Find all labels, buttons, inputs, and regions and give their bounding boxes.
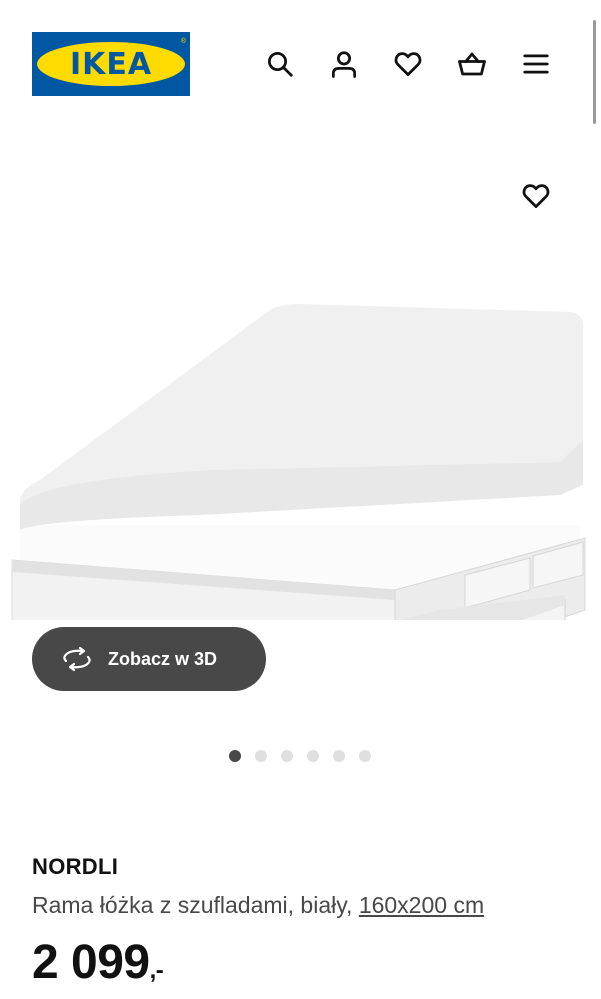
account-icon[interactable]: [324, 44, 364, 84]
favourites-icon[interactable]: [388, 44, 428, 84]
view-3d-label: Zobacz w 3D: [108, 648, 218, 669]
logo-text: IKEA: [69, 46, 153, 82]
product-gallery[interactable]: Zobacz w 3D: [0, 130, 601, 762]
carousel-dot-4[interactable]: [307, 750, 319, 762]
carousel-dot-1[interactable]: [229, 750, 241, 762]
product-description: Rama łóżka z szufladami, biały, 160x200 …: [32, 892, 484, 919]
product-name: NORDLI: [32, 854, 119, 879]
product-description-text: Rama łóżka z szufladami, biały,: [32, 892, 359, 918]
product-size-link[interactable]: 160x200 cm: [359, 892, 484, 918]
basket-icon[interactable]: [452, 44, 492, 84]
price-value: 2 099: [32, 936, 150, 989]
carousel-dot-3[interactable]: [281, 750, 293, 762]
add-to-favourites-icon[interactable]: [516, 176, 556, 216]
menu-icon[interactable]: [516, 44, 556, 84]
carousel-dot-6[interactable]: [359, 750, 371, 762]
price-suffix: ,-: [149, 957, 164, 984]
site-header: IKEA ®: [0, 0, 601, 130]
view-3d-button[interactable]: Zobacz w 3D: [32, 627, 266, 691]
carousel-dot-2[interactable]: [255, 750, 267, 762]
carousel-pagination: [229, 750, 371, 762]
search-icon[interactable]: [260, 44, 300, 84]
page-scrollbar[interactable]: [593, 20, 596, 124]
logo-registered-mark: ®: [180, 38, 186, 45]
product-price: 2 099,-: [32, 935, 164, 990]
product-image: [11, 304, 586, 620]
ikea-logo[interactable]: IKEA ®: [32, 32, 190, 96]
carousel-dot-5[interactable]: [333, 750, 345, 762]
rotate-3d-icon: [60, 647, 94, 671]
logo-oval: IKEA: [37, 42, 185, 86]
